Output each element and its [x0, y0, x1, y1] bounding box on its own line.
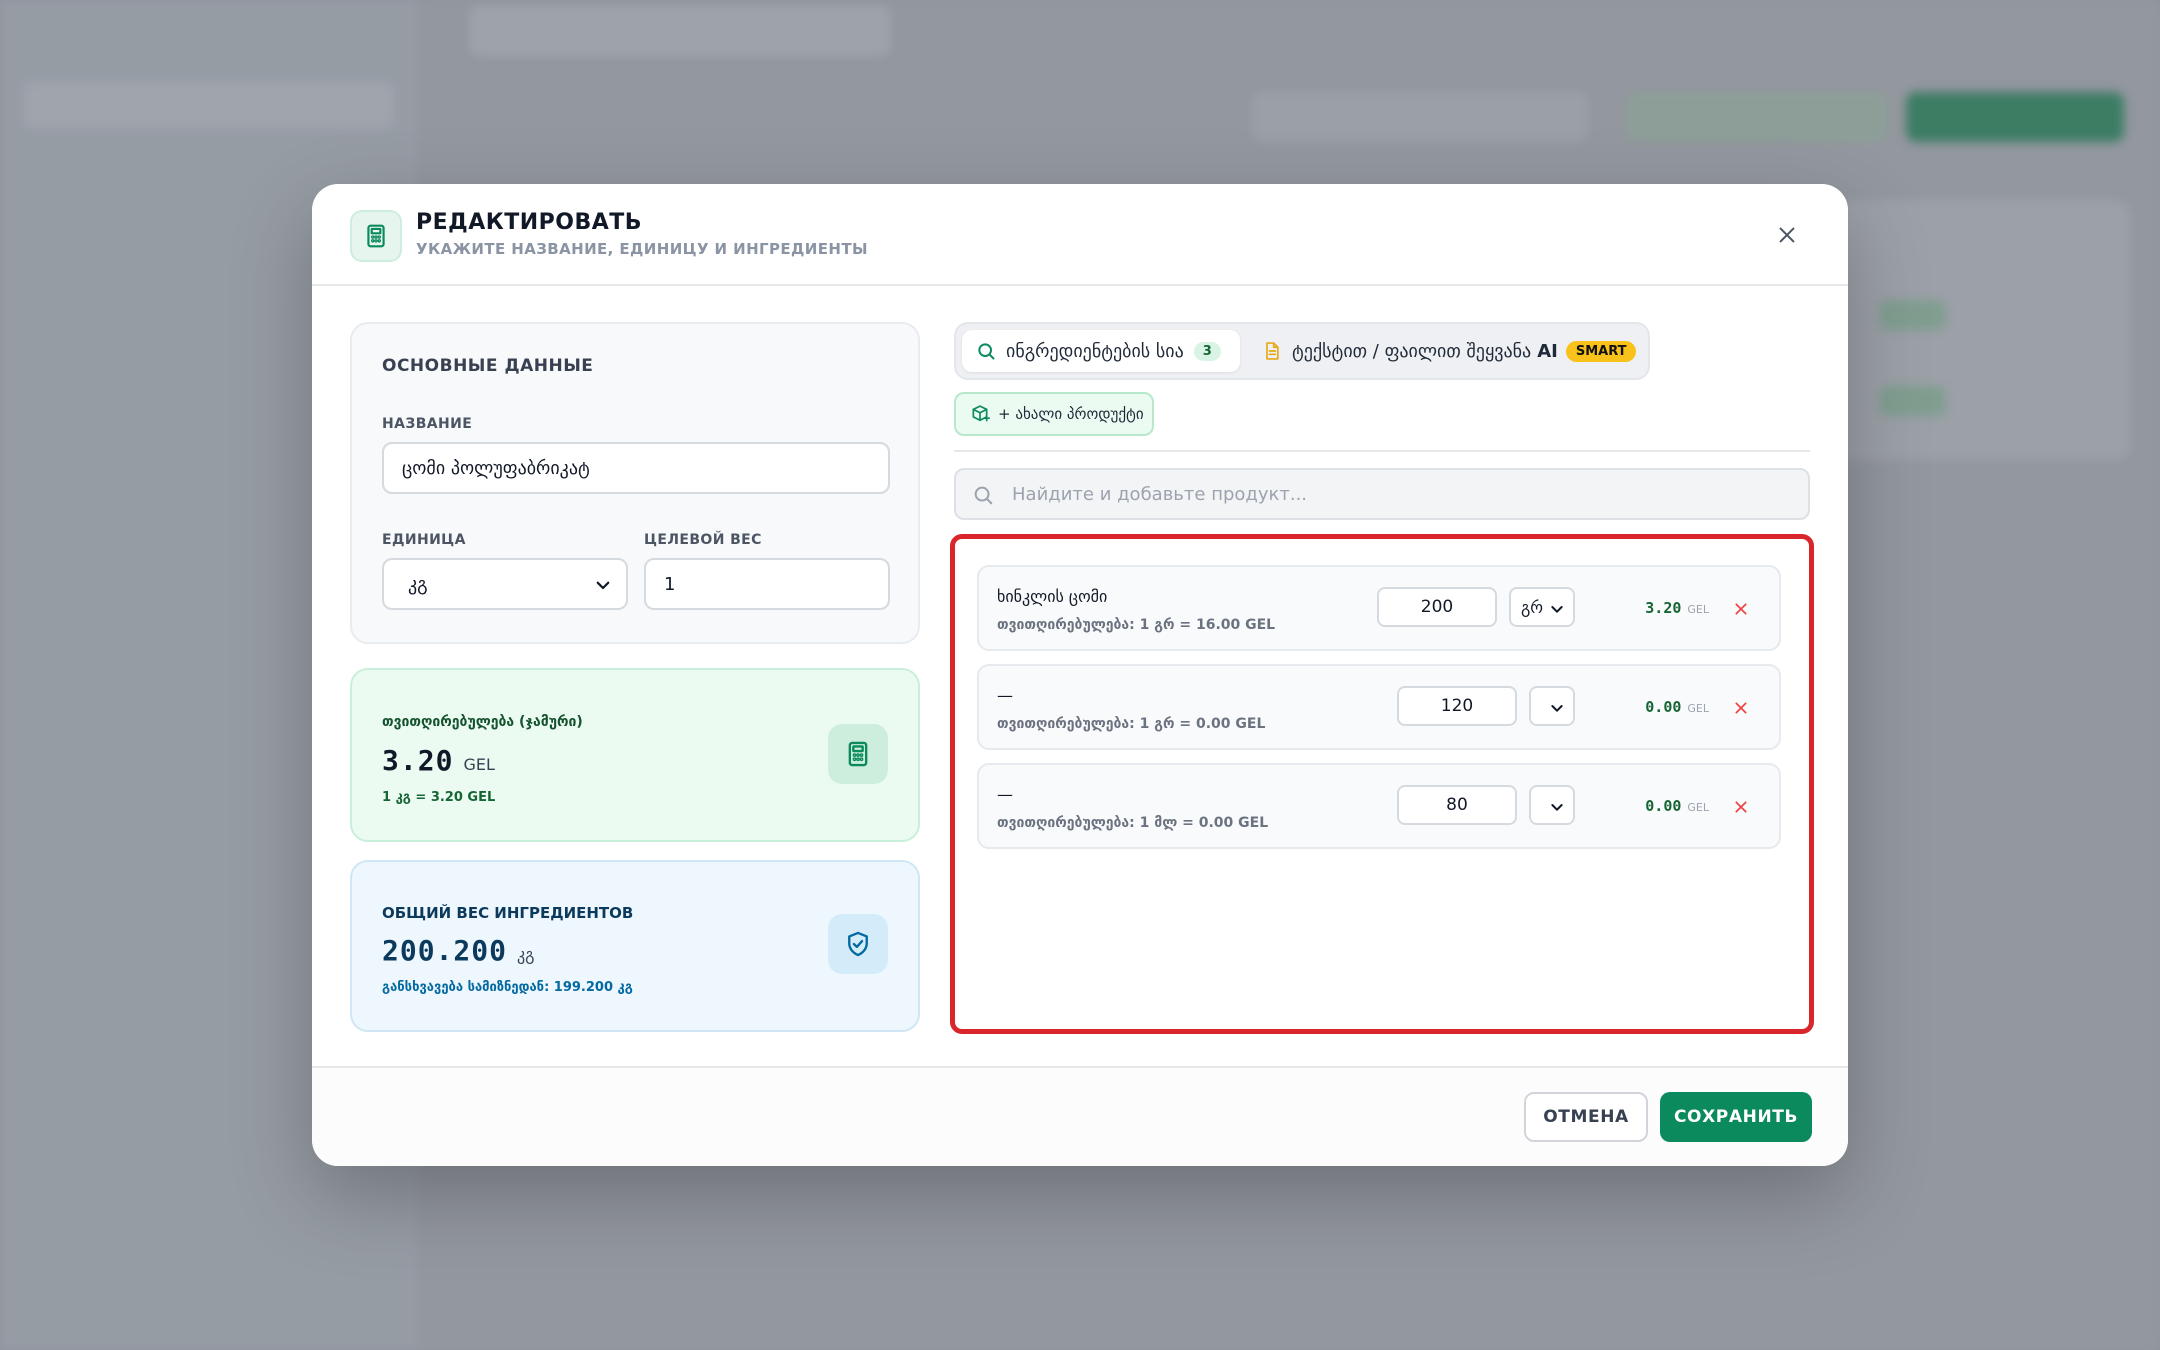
search-icon: [978, 343, 995, 360]
ingredient-unit-select[interactable]: გრ: [1509, 587, 1575, 627]
target-weight-label: ЦЕЛЕВОЙ ВЕС: [644, 532, 762, 548]
ingredient-unit-select[interactable]: [1529, 785, 1575, 825]
ingredient-total-value: 0.00: [1645, 797, 1682, 815]
close-button[interactable]: [1770, 218, 1804, 252]
weight-value-row: 200.200 კგ: [382, 934, 534, 967]
calculator-icon: [828, 724, 888, 784]
modal-title: РЕДАКТИРОВАТЬ: [416, 210, 643, 235]
ingredient-row: — თვითღირებულება: 1 გრ = 0.00 GEL 120 0.…: [977, 664, 1781, 750]
ingredient-unit-cost: თვითღირებულება: 1 გრ = 0.00 GEL: [997, 716, 1266, 732]
ingredient-quantity-input[interactable]: 80: [1397, 785, 1517, 825]
ingredient-total-value: 0.00: [1645, 698, 1682, 716]
shield-check-icon: [828, 914, 888, 974]
product-search-placeholder: Найдите и добавьте продукт...: [1012, 483, 1308, 505]
cost-label: თვითღირებულება (ჯამური): [382, 714, 583, 730]
tab-text-label: ტექსტით / ფაილით შეყვანა: [1292, 340, 1532, 362]
ingredient-unit-value: გრ: [1521, 597, 1544, 617]
ingredient-total-currency: GEL: [1687, 801, 1709, 814]
unit-select-value: კგ: [408, 573, 428, 595]
unit-select[interactable]: კგ: [382, 558, 628, 610]
ingredient-unit-cost: თვითღირებულება: 1 გრ = 16.00 GEL: [997, 617, 1276, 633]
weight-label: ОБЩИЙ ВЕС ИНГРЕДИЕНТОВ: [382, 904, 634, 922]
chevron-down-icon: [1551, 804, 1563, 811]
remove-ingredient-button[interactable]: [1729, 795, 1753, 819]
ingredient-total-currency: GEL: [1687, 603, 1709, 616]
ingredient-quantity-input[interactable]: 120: [1397, 686, 1517, 726]
ingredients-count-badge: 3: [1193, 341, 1221, 361]
ingredient-total-currency: GEL: [1687, 702, 1709, 715]
chevron-down-icon: [596, 581, 610, 590]
tab-text-file-input[interactable]: ტექსტით / ფაილით შეყვანა AI SMART: [1248, 330, 1650, 372]
save-button[interactable]: СОХРАНИТЬ: [1660, 1092, 1812, 1142]
remove-ingredient-button[interactable]: [1729, 597, 1753, 621]
ingredient-quantity-input[interactable]: 200: [1377, 587, 1497, 627]
tab-ingredients-list[interactable]: ინგრედიენტების სია 3: [962, 330, 1240, 372]
ingredient-total: 0.00 GEL: [1645, 797, 1709, 815]
divider: [954, 450, 1810, 452]
name-input[interactable]: ცომი პოლუფაბრიკატ: [382, 442, 890, 494]
close-icon: [1735, 603, 1747, 615]
ingredients-list: ხინკლის ცომი თვითღირებულება: 1 გრ = 16.0…: [950, 534, 1814, 1034]
ingredient-mode-tabs: ინგრედიენტების სია 3 ტექსტით / ფაილით შე…: [954, 322, 1650, 380]
ingredient-name: —: [997, 785, 1013, 804]
ingredient-name: —: [997, 686, 1013, 705]
modal-header: РЕДАКТИРОВАТЬ УКАЖИТЕ НАЗВАНИЕ, ЕДИНИЦУ …: [312, 184, 1848, 286]
target-weight-input[interactable]: 1: [644, 558, 890, 610]
cost-note: 1 კგ = 3.20 GEL: [382, 790, 496, 805]
weight-summary-card: ОБЩИЙ ВЕС ИНГРЕДИЕНТОВ 200.200 კგ განსხვა…: [350, 860, 920, 1032]
weight-unit: კგ: [517, 945, 535, 964]
new-product-label: + ახალი პროდუქტი: [998, 405, 1144, 423]
modal-footer: ОТМЕНА СОХРАНИТЬ: [312, 1066, 1848, 1166]
chevron-down-icon: [1551, 705, 1563, 712]
unit-label: ЕДИНИЦА: [382, 532, 466, 548]
ingredient-unit-cost: თვითღირებულება: 1 მლ = 0.00 GEL: [997, 815, 1269, 831]
document-icon: [1266, 342, 1279, 360]
tab-ai-label: AI: [1537, 340, 1558, 362]
name-label: НАЗВАНИЕ: [382, 416, 473, 432]
ingredient-total-value: 3.20: [1645, 599, 1682, 617]
tab-ingredients-label: ინგრედიენტების სია: [1006, 340, 1184, 362]
product-search-input[interactable]: Найдите и добавьте продукт...: [954, 468, 1810, 520]
cost-unit: GEL: [463, 755, 495, 774]
close-icon: [1735, 801, 1747, 813]
cost-value-row: 3.20 GEL: [382, 744, 495, 777]
new-product-button[interactable]: + ახალი პროდუქტი: [954, 392, 1154, 436]
ingredient-total: 0.00 GEL: [1645, 698, 1709, 716]
weight-difference-note: განსხვავება სამიზნედან: 199.200 კგ: [382, 980, 633, 995]
ingredient-row: — თვითღირებულება: 1 მლ = 0.00 GEL 80 0.0…: [977, 763, 1781, 849]
calculator-icon: [350, 210, 402, 262]
basic-data-card: ОСНОВНЫЕ ДАННЫЕ НАЗВАНИЕ ცომი პოლუფაბრიკ…: [350, 322, 920, 644]
cost-value: 3.20: [382, 744, 454, 777]
close-icon: [1735, 702, 1747, 714]
smart-badge: SMART: [1565, 340, 1637, 362]
chevron-down-icon: [1551, 606, 1563, 613]
cost-summary-card: თვითღირებულება (ჯამური) 3.20 GEL 1 კგ = 3…: [350, 668, 920, 842]
remove-ingredient-button[interactable]: [1729, 696, 1753, 720]
modal-subtitle: УКАЖИТЕ НАЗВАНИЕ, ЕДИНИЦУ И ИНГРЕДИЕНТЫ: [416, 240, 868, 258]
ingredient-unit-select[interactable]: [1529, 686, 1575, 726]
package-plus-icon: [972, 405, 990, 422]
search-icon: [974, 486, 993, 505]
ingredient-name: ხინკლის ცომი: [997, 587, 1108, 606]
close-icon: [1779, 227, 1795, 243]
cancel-button[interactable]: ОТМЕНА: [1524, 1092, 1648, 1142]
weight-value: 200.200: [382, 934, 508, 967]
ingredient-total: 3.20 GEL: [1645, 599, 1709, 617]
section-title: ОСНОВНЫЕ ДАННЫЕ: [382, 356, 594, 376]
edit-modal: РЕДАКТИРОВАТЬ УКАЖИТЕ НАЗВАНИЕ, ЕДИНИЦУ …: [312, 184, 1848, 1166]
ingredient-row: ხინკლის ცომი თვითღირებულება: 1 გრ = 16.0…: [977, 565, 1781, 651]
